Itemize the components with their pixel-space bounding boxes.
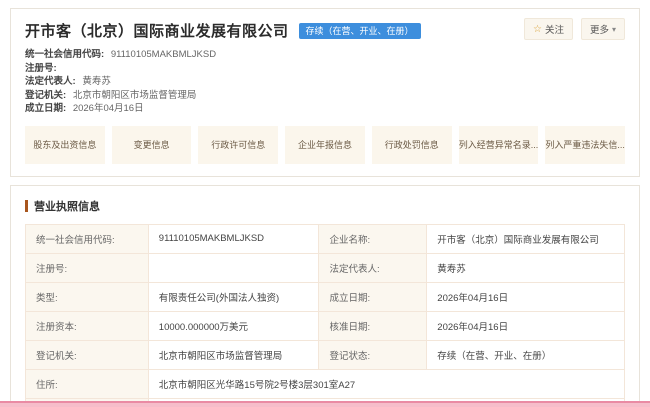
tab-serious-violation[interactable]: 列入严重违法失信... [545,126,625,164]
summary-value: 黄寿苏 [82,76,111,87]
section-marker-icon [25,200,28,212]
summary-line-establish-date: 成立日期: 2026年04月16日 [25,102,625,116]
tab-admin-license[interactable]: 行政许可信息 [198,126,278,164]
summary-value: 91110105MAKBMLJKSD [111,49,216,60]
cell-value: 黄寿苏 [427,253,625,282]
cell-label: 成立日期: [319,282,427,311]
summary-label: 成立日期: [25,103,66,114]
summary-line-credit-code: 统一社会信用代码: 91110105MAKBMLJKSD [25,48,625,62]
table-row: 统一社会信用代码: 91110105MAKBMLJKSD 企业名称: 开市客（北… [26,224,625,253]
cell-value: 91110105MAKBMLJKSD [148,224,319,253]
license-table: 统一社会信用代码: 91110105MAKBMLJKSD 企业名称: 开市客（北… [25,224,625,407]
cell-value: 开市客（北京）国际商业发展有限公司 [427,224,625,253]
cell-label: 统一社会信用代码: [26,224,149,253]
table-row-address: 住所: 北京市朝阳区光华路15号院2号楼3层301室A27 [26,369,625,398]
cell-value: 北京市朝阳区光华路15号院2号楼3层301室A27 [148,369,624,398]
table-row: 登记机关: 北京市朝阳区市场监督管理局 登记状态: 存续（在营、开业、在册） [26,340,625,369]
info-tabs: 股东及出资信息 变更信息 行政许可信息 企业年报信息 行政处罚信息 列入经营异常… [25,126,625,164]
tab-annual-report[interactable]: 企业年报信息 [285,126,365,164]
cell-label: 注册资本: [26,311,149,340]
company-header-card: 开市客（北京）国际商业发展有限公司 存续（在营、开业、在册） ☆ 关注 更多 ▾… [10,8,640,177]
license-info-card: 营业执照信息 统一社会信用代码: 91110105MAKBMLJKSD 企业名称… [10,185,640,407]
star-icon: ☆ [533,24,542,35]
tab-admin-penalty[interactable]: 行政处罚信息 [372,126,452,164]
table-row: 注册号: 法定代表人: 黄寿苏 [26,253,625,282]
summary-label: 登记机关: [25,90,66,101]
page: 开市客（北京）国际商业发展有限公司 存续（在营、开业、在册） ☆ 关注 更多 ▾… [0,0,650,407]
section-title: 营业执照信息 [34,198,100,214]
bottom-highlight-bar [0,401,650,407]
cell-value: 有限责任公司(外国法人独资) [148,282,319,311]
cell-value: 2026年04月16日 [427,282,625,311]
cell-label: 住所: [26,369,149,398]
cell-label: 法定代表人: [319,253,427,282]
table-row: 类型: 有限责任公司(外国法人独资) 成立日期: 2026年04月16日 [26,282,625,311]
summary-line-reg-number: 注册号: [25,62,625,76]
company-name: 开市客（北京）国际商业发展有限公司 [25,20,289,41]
header-actions: ☆ 关注 更多 ▾ [524,18,625,40]
summary-line-registry: 登记机关: 北京市朝阳区市场监督管理局 [25,89,625,103]
cell-value: 2026年04月16日 [427,311,625,340]
summary-label: 注册号: [25,63,57,74]
follow-label: 关注 [545,22,564,36]
cell-value [148,253,319,282]
summary-value: 2026年04月16日 [73,103,144,114]
tab-changes[interactable]: 变更信息 [112,126,192,164]
summary-value: 北京市朝阳区市场监督管理局 [73,90,197,101]
cell-value: 存续（在营、开业、在册） [427,340,625,369]
summary-label: 法定代表人: [25,76,76,87]
cell-label: 登记状态: [319,340,427,369]
more-label: 更多 [590,22,609,36]
cell-value: 10000.000000万美元 [148,311,319,340]
chevron-down-icon: ▾ [612,25,616,34]
tab-shareholders[interactable]: 股东及出资信息 [25,126,105,164]
cell-label: 注册号: [26,253,149,282]
more-button[interactable]: 更多 ▾ [581,18,625,40]
summary-line-legal-rep: 法定代表人: 黄寿苏 [25,75,625,89]
cell-label: 企业名称: [319,224,427,253]
status-badge: 存续（在营、开业、在册） [299,23,421,39]
cell-label: 登记机关: [26,340,149,369]
section-header: 营业执照信息 [25,198,625,214]
title-row: 开市客（北京）国际商业发展有限公司 存续（在营、开业、在册） ☆ 关注 更多 ▾ [25,20,625,41]
table-row: 注册资本: 10000.000000万美元 核准日期: 2026年04月16日 [26,311,625,340]
cell-value: 北京市朝阳区市场监督管理局 [148,340,319,369]
cell-label: 核准日期: [319,311,427,340]
summary-label: 统一社会信用代码: [25,49,104,60]
follow-button[interactable]: ☆ 关注 [524,18,573,40]
company-summary: 统一社会信用代码: 91110105MAKBMLJKSD 注册号: 法定代表人:… [25,48,625,116]
cell-label: 类型: [26,282,149,311]
tab-abnormal-list[interactable]: 列入经营异常名录... [459,126,539,164]
